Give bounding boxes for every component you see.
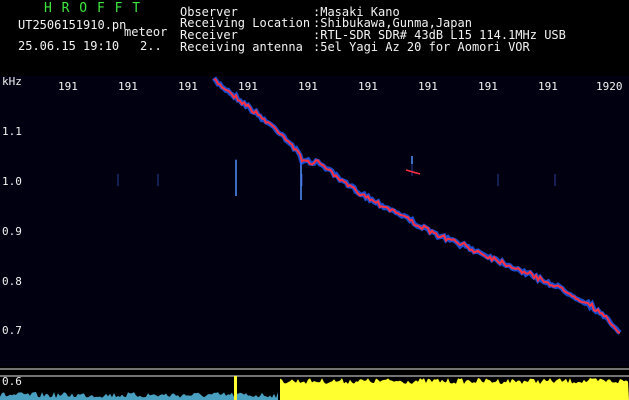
y-tick-label: 1.0 <box>2 175 22 188</box>
x-tick-label: 191 <box>418 80 438 93</box>
x-tick-label: 191 <box>478 80 498 93</box>
spectrogram-area <box>0 76 629 366</box>
x-tick-label: 191 <box>118 80 138 93</box>
y-tick-label: 0.8 <box>2 275 22 288</box>
station-logo: H R O F F T <box>44 1 142 16</box>
info-value-antenna: :5el Yagi Az 20 for Aomori VOR <box>313 40 530 54</box>
small-label: 2.. <box>140 39 162 53</box>
y-tick-label: 0.7 <box>2 324 22 337</box>
y-tick-label: 0.6 <box>2 375 22 388</box>
x-tick-label: 191 <box>238 80 258 93</box>
x-tick-label: 191 <box>538 80 558 93</box>
x-tick-label: 191 <box>178 80 198 93</box>
info-label-antenna: Receiving antenna <box>180 40 303 54</box>
y-unit-label: kHz <box>2 75 22 88</box>
x-tick-label: 1920 <box>596 80 623 93</box>
y-tick-label: 0.9 <box>2 225 22 238</box>
waterfall-display <box>0 0 629 400</box>
x-tick-label: 191 <box>358 80 378 93</box>
event-tag: meteor <box>124 25 168 39</box>
filename-label: UT2506151910.pn <box>18 18 127 32</box>
level-spike <box>234 376 237 400</box>
x-tick-label: 191 <box>298 80 318 93</box>
y-tick-label: 1.1 <box>2 125 22 138</box>
x-tick-label: 191 <box>58 80 78 93</box>
datetime-label: 25.06.15 19:10 <box>18 39 120 53</box>
